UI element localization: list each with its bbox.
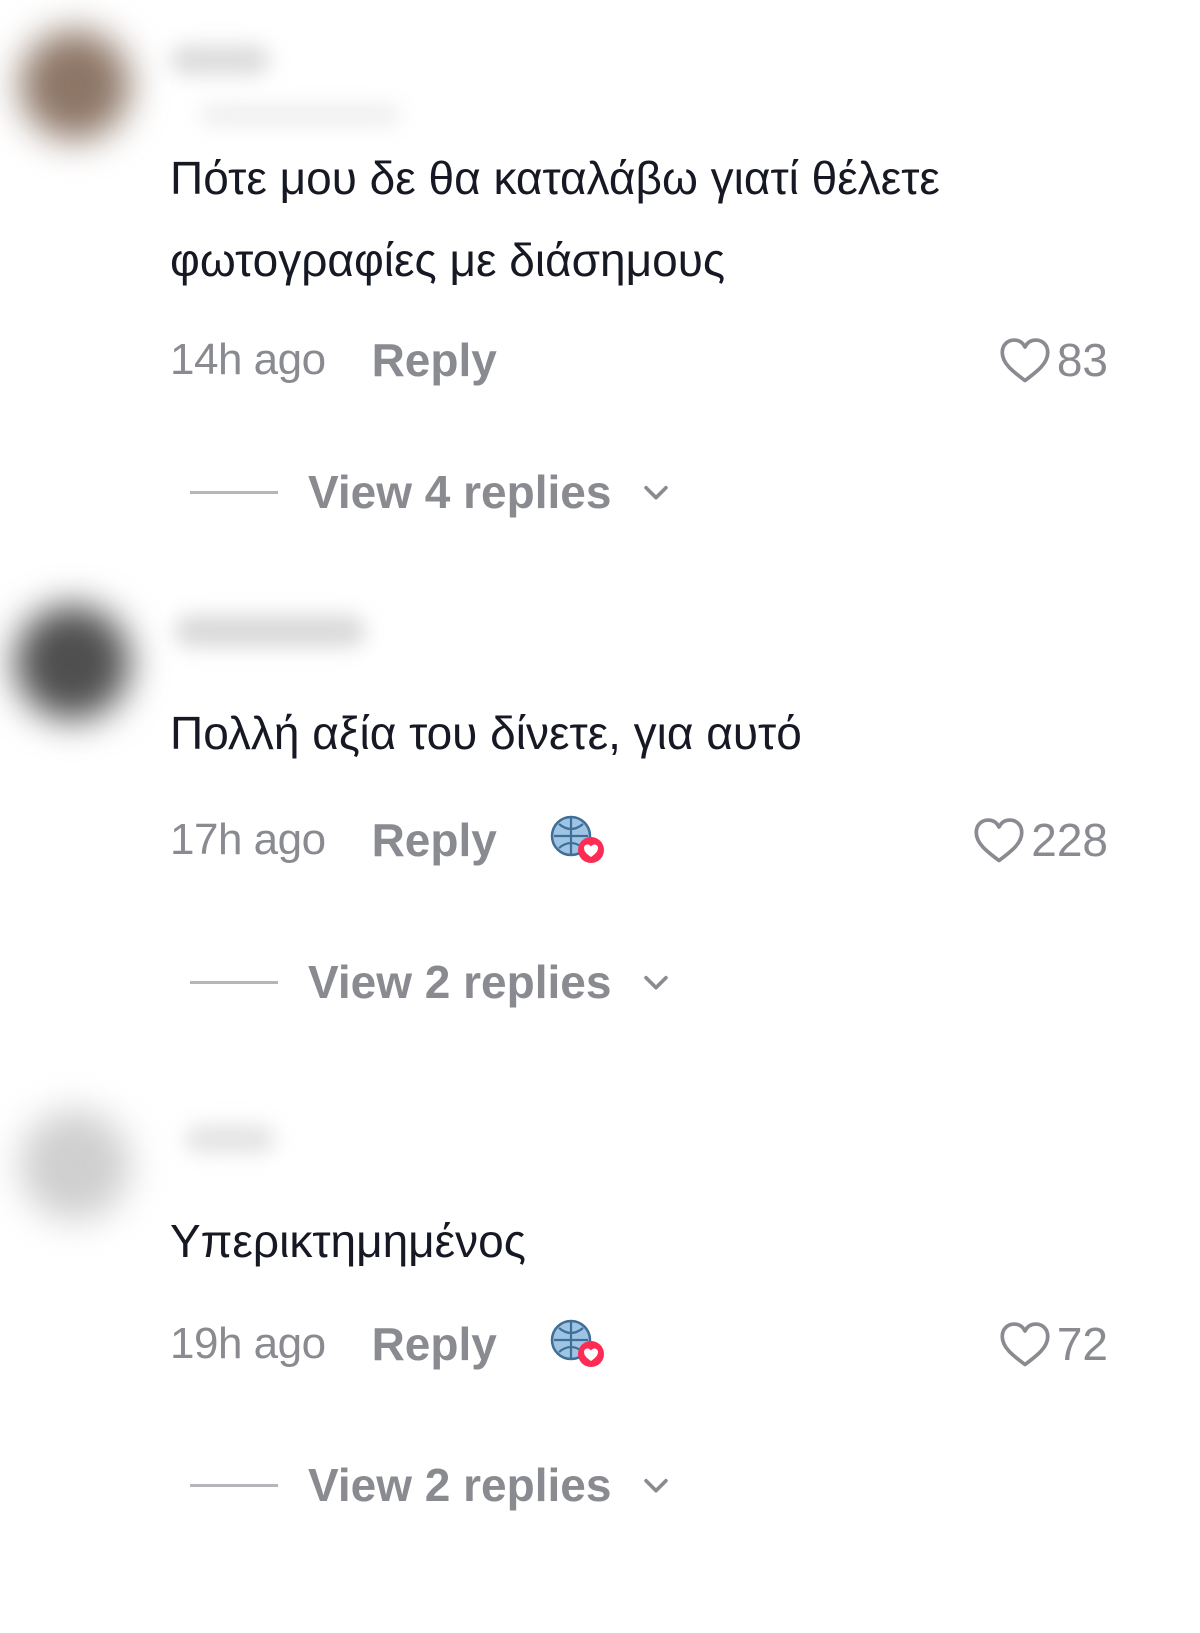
like-button[interactable]: 83 xyxy=(999,330,1108,390)
heart-outline-icon xyxy=(974,818,1024,863)
comment-timestamp: 14h ago xyxy=(170,335,326,384)
reply-button[interactable]: Reply xyxy=(372,333,497,387)
creator-liked-badge-icon xyxy=(541,810,611,870)
view-replies-label: View 4 replies xyxy=(308,466,612,518)
comment-meta: 17h ago Reply xyxy=(170,810,611,870)
username-blurred[interactable] xyxy=(175,615,365,647)
comment-meta: 19h ago Reply xyxy=(170,1314,611,1374)
username-blurred[interactable] xyxy=(170,45,270,75)
avatar[interactable] xyxy=(15,605,130,720)
avatar[interactable] xyxy=(20,30,130,140)
view-replies-label: View 2 replies xyxy=(308,1459,612,1511)
username-blurred-extra xyxy=(200,105,400,125)
comment-text: Πολλή αξία του δίνετε, για αυτό xyxy=(170,707,802,759)
view-replies-button[interactable]: View 2 replies xyxy=(190,952,673,1012)
comment-meta: 14h ago Reply xyxy=(170,330,497,390)
heart-outline-icon xyxy=(1000,1322,1050,1367)
like-button[interactable]: 228 xyxy=(973,810,1108,870)
like-button[interactable]: 72 xyxy=(999,1314,1108,1374)
reply-button[interactable]: Reply xyxy=(372,1317,497,1371)
like-count: 72 xyxy=(1056,1318,1108,1370)
divider-line xyxy=(190,1483,278,1487)
creator-liked-badge-icon xyxy=(541,1314,611,1374)
chevron-down-icon xyxy=(644,1478,669,1493)
divider-line xyxy=(190,490,278,494)
comment-text: Πότε μου δε θα καταλάβω γιατί θέλετε φωτ… xyxy=(170,152,940,286)
like-count: 83 xyxy=(1056,334,1108,386)
view-replies-label: View 2 replies xyxy=(308,956,612,1008)
view-replies-button[interactable]: View 4 replies xyxy=(190,462,673,522)
chevron-down-icon xyxy=(644,975,669,990)
comment-text: Υπερικτημημένος xyxy=(170,1215,526,1267)
username-blurred[interactable] xyxy=(185,1125,275,1153)
divider-line xyxy=(190,980,278,984)
heart-outline-icon xyxy=(1000,338,1050,383)
view-replies-button[interactable]: View 2 replies xyxy=(190,1455,673,1515)
chevron-down-icon xyxy=(644,485,669,500)
comment-timestamp: 19h ago xyxy=(170,1319,326,1368)
reply-button[interactable]: Reply xyxy=(372,813,497,867)
avatar[interactable] xyxy=(20,1110,130,1220)
like-count: 228 xyxy=(1031,814,1108,866)
comment-timestamp: 17h ago xyxy=(170,815,326,864)
